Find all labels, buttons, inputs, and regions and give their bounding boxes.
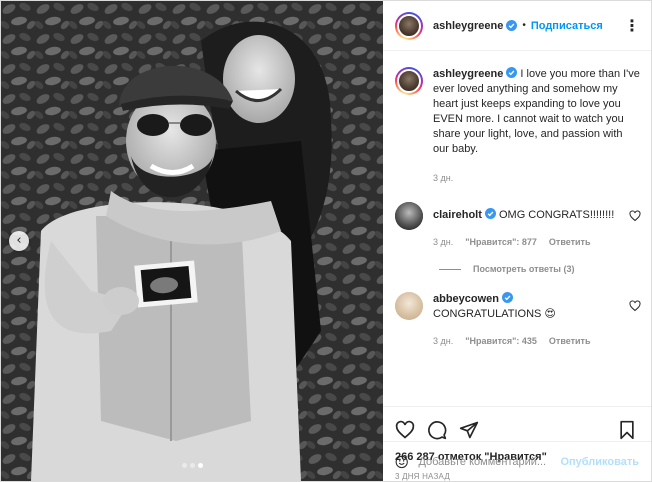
comment-body: claireholt OMG CONGRATS!!!!!!!! 3 дн. "Н… (433, 202, 629, 250)
caption-avatar[interactable] (395, 67, 423, 95)
heart-icon[interactable] (629, 210, 641, 222)
reply-button[interactable]: Ответить (549, 235, 591, 250)
post-side-panel: ashleygreene • Подписаться ⋮ ashleygreen… (383, 1, 651, 481)
comment-text: CONGRATULATIONS 😍 (433, 308, 556, 320)
publish-button[interactable]: Опубликовать (560, 456, 639, 468)
caption-username[interactable]: ashleygreene (433, 68, 503, 80)
couple-photo-image (1, 1, 383, 481)
post-header: ashleygreene • Подписаться ⋮ (383, 1, 651, 51)
comment-item: abbeycowen CONGRATULATIONS 😍 3 дн. "Нрав… (395, 292, 641, 349)
caption-text: I love you more than I've ever loved any… (433, 68, 640, 155)
heart-icon[interactable] (629, 300, 641, 312)
comment-text: OMG CONGRATS!!!!!!!! (498, 209, 615, 221)
commenter-avatar[interactable] (395, 292, 423, 320)
comment-time[interactable]: 3 дн. (433, 235, 453, 250)
caption-time[interactable]: 3 дн. (433, 171, 453, 186)
comment-item: claireholt OMG CONGRATS!!!!!!!! 3 дн. "Н… (395, 202, 641, 250)
verified-icon (484, 208, 496, 219)
chevron-left-icon: ‹ (16, 232, 22, 248)
more-icon[interactable]: ⋮ (624, 16, 641, 36)
comment-time[interactable]: 3 дн. (433, 334, 453, 349)
author-avatar[interactable] (395, 11, 423, 40)
share-icon[interactable] (459, 420, 479, 440)
reply-button[interactable]: Ответить (549, 334, 591, 349)
verified-icon (502, 292, 514, 303)
comment-username[interactable]: claireholt (433, 209, 482, 221)
carousel-dot (181, 463, 187, 468)
comments-section: ashleygreene I love you more than I've e… (383, 51, 651, 406)
carousel-indicator (1, 463, 383, 468)
comment-body: abbeycowen CONGRATULATIONS 😍 3 дн. "Нрав… (433, 292, 629, 349)
comment-meta: 3 дн. "Нравится": 435 Ответить (433, 334, 629, 349)
caption-body: ashleygreene I love you more than I've e… (433, 67, 641, 186)
replies-line (439, 268, 461, 270)
emoji-icon[interactable] (395, 451, 408, 473)
commenter-avatar[interactable] (395, 202, 423, 230)
comment-likes[interactable]: "Нравится": 877 (465, 235, 537, 250)
header-separator: • (522, 20, 526, 31)
follow-button[interactable]: Подписаться (531, 20, 603, 32)
carousel-dot (189, 463, 195, 468)
author-username[interactable]: ashleygreene (433, 20, 503, 32)
comment-username[interactable]: abbeycowen (433, 293, 499, 305)
caption-meta: 3 дн. (433, 171, 641, 186)
post-photo[interactable]: ‹ (1, 1, 383, 481)
comment-input[interactable] (418, 455, 561, 468)
bookmark-icon[interactable] (617, 420, 637, 440)
verified-icon (506, 20, 518, 31)
heart-icon[interactable] (395, 420, 415, 440)
verified-icon (506, 67, 518, 78)
view-replies-button[interactable]: Посмотреть ответы (3) (439, 264, 641, 274)
carousel-prev-button[interactable]: ‹ (9, 231, 29, 251)
comment-meta: 3 дн. "Нравится": 877 Ответить (433, 235, 629, 250)
action-icons (395, 417, 637, 443)
view-replies-label: Посмотреть ответы (3) (473, 264, 575, 274)
carousel-dot-active (197, 463, 203, 468)
add-comment-bar: Опубликовать (383, 441, 651, 481)
comment-icon[interactable] (427, 420, 447, 440)
comment-likes[interactable]: "Нравится": 435 (465, 334, 537, 349)
instagram-post: ‹ ashleygreene • Подписаться ⋮ ashleygre… (0, 0, 652, 482)
caption: ashleygreene I love you more than I've e… (395, 67, 641, 186)
